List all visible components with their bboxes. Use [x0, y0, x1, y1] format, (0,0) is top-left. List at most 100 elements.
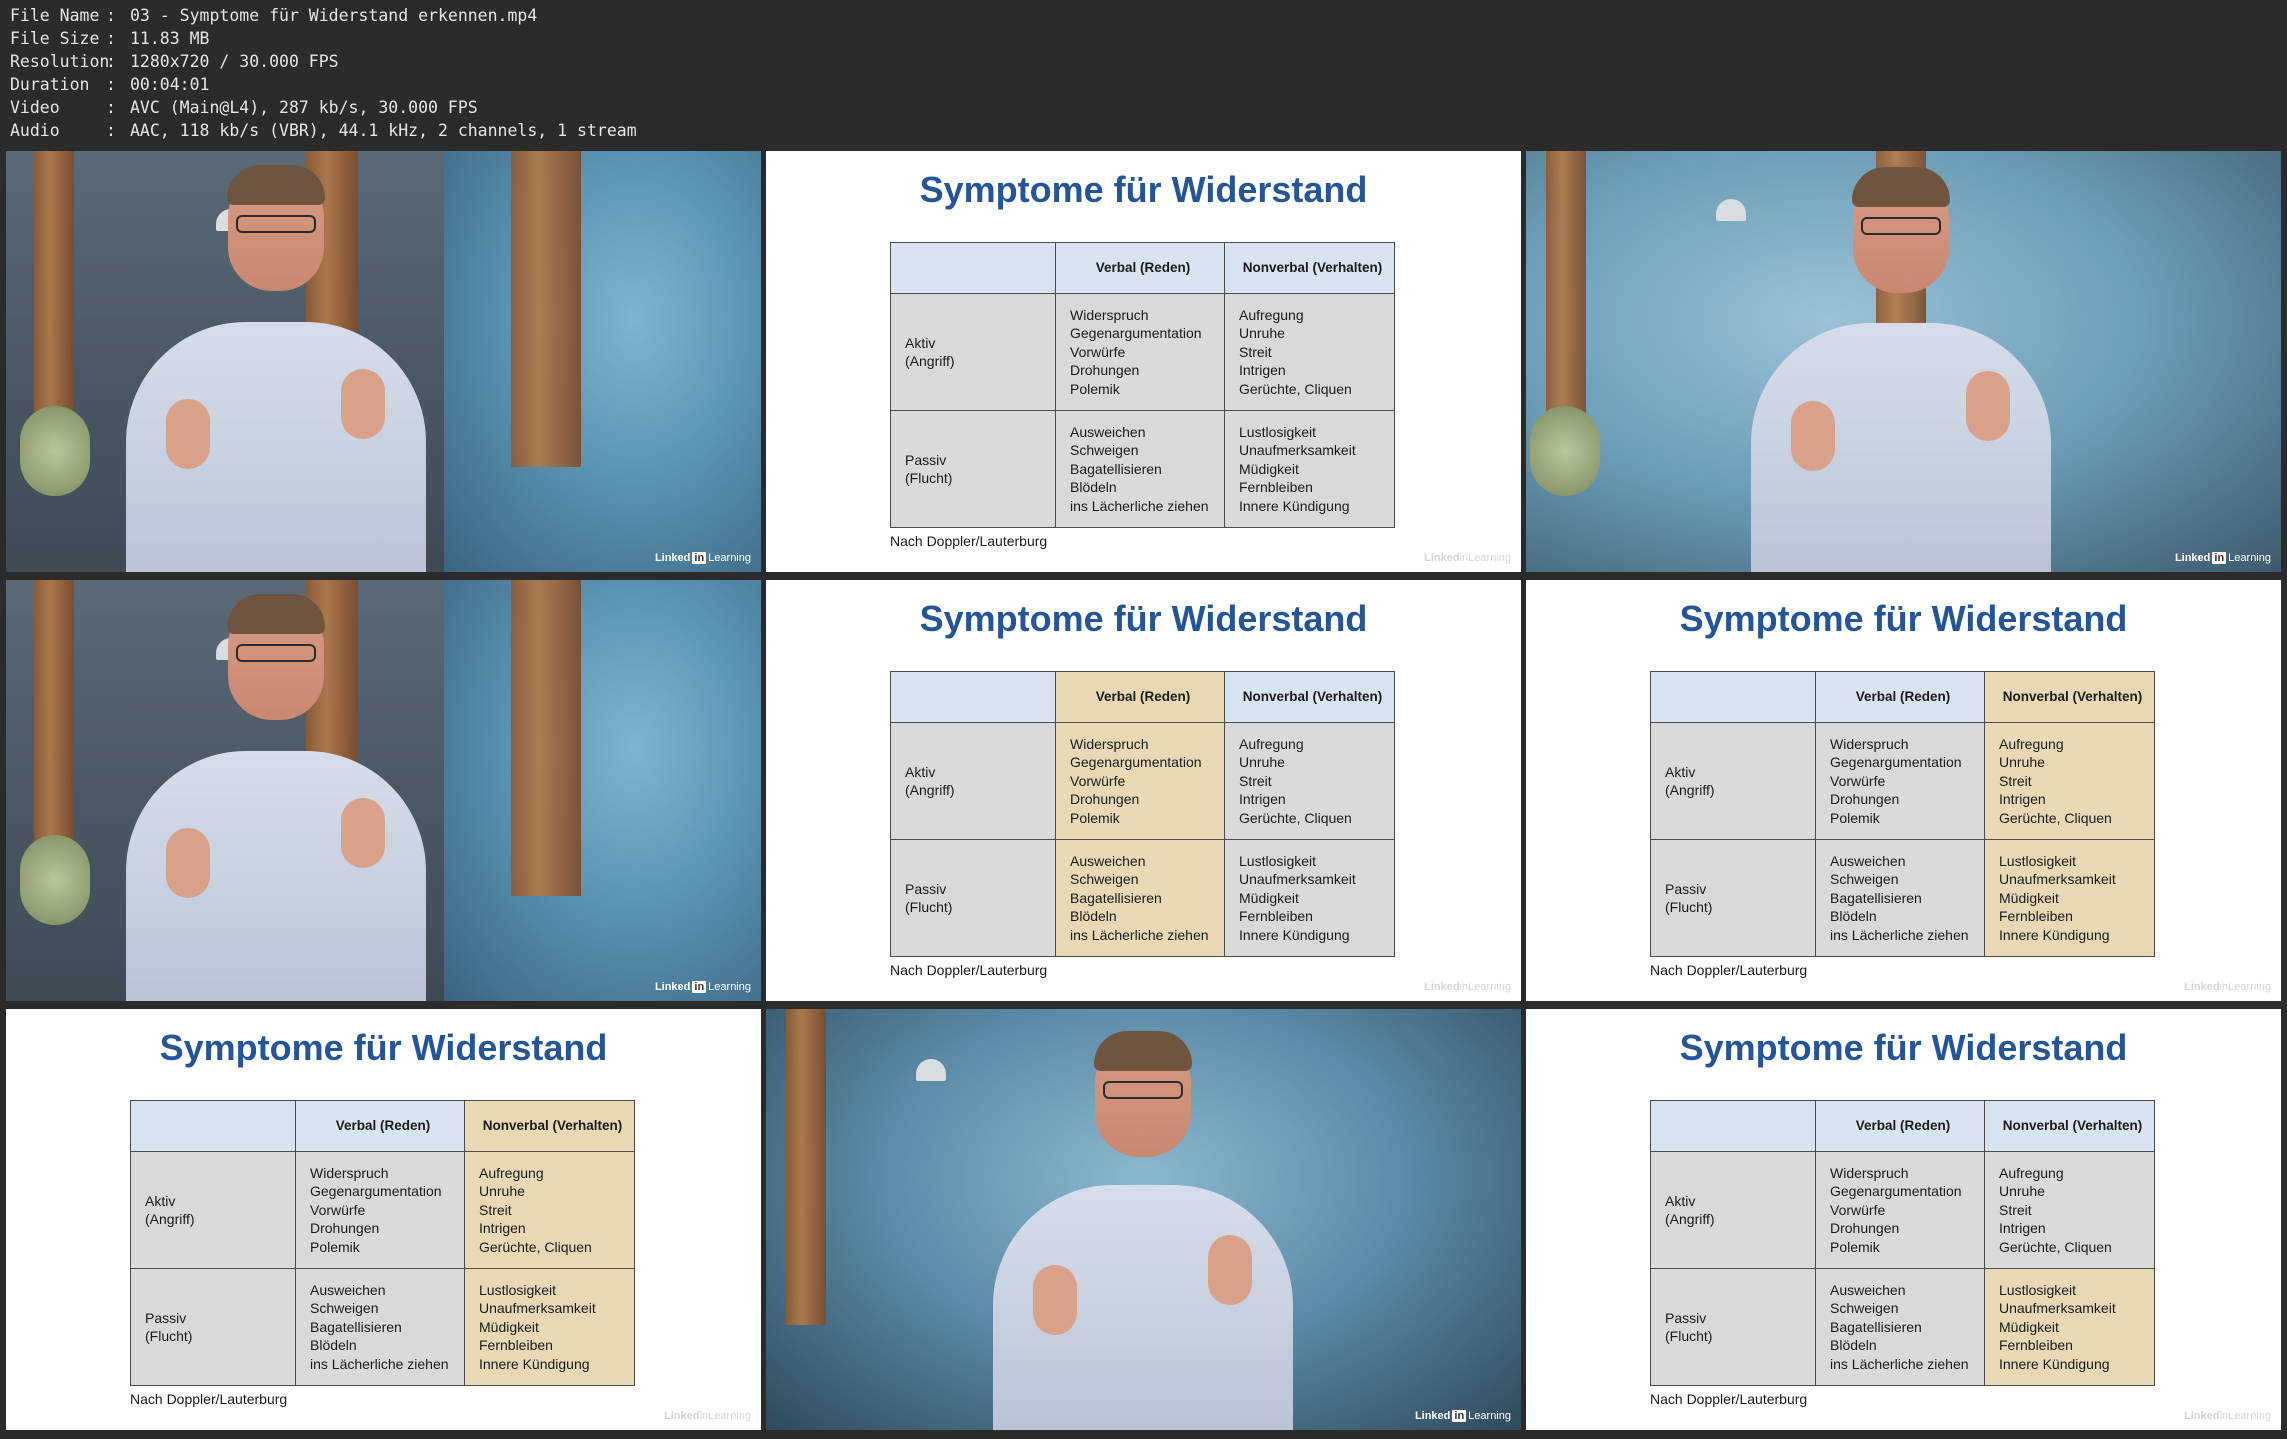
source-citation: Nach Doppler/Lauterburg — [1650, 1391, 1808, 1407]
symptom-item: Unruhe — [1999, 1183, 2045, 1200]
row-label-line: Passiv — [1665, 880, 1707, 897]
row-label-line: Passiv — [1665, 1309, 1707, 1326]
slide-title: Symptome für Widerstand — [1679, 598, 2128, 639]
symptom-item: Fernbleiben — [1999, 1337, 2073, 1354]
symptom-item: Unruhe — [479, 1183, 525, 1200]
symptoms-table: Verbal (Reden) Nonverbal (Verhalten) Aktiv… — [1650, 671, 2155, 957]
row-label-cell: Aktiv (Angriff) — [130, 1151, 296, 1269]
symptom-item: Ausweichen — [1070, 423, 1146, 440]
row-label-line: (Flucht) — [905, 470, 953, 486]
file-info-value: AVC (Main@L4), 287 kb/s, 30.000 FPS — [130, 98, 478, 117]
file-info-row: Duration:00:04:01 — [10, 73, 637, 96]
linkedin-learning-logo: LinkedinLearning — [655, 552, 751, 564]
symptom-item: Bagatellisieren — [1830, 1318, 1922, 1335]
symptom-item: ins Lächerliche ziehen — [1070, 926, 1209, 943]
presenter-hand — [1208, 1235, 1252, 1305]
presenter-glasses — [236, 644, 316, 662]
table-row: Aktiv (Angriff) Widerspruch Gegenargumentat… — [1650, 1151, 2155, 1269]
table-header-row: Verbal (Reden) Nonverbal (Verhalten) — [130, 1100, 635, 1152]
symptoms-table: Verbal (Reden) Nonverbal (Verhalten) Aktiv… — [1650, 1100, 2155, 1386]
nonverbal-cell: Aufregung Unruhe Streit Intrigen Gerüchte, C… — [464, 1151, 635, 1269]
file-info-key: Resolution — [10, 52, 110, 71]
presenter-hand — [166, 399, 210, 469]
symptom-item: Ausweichen — [1070, 852, 1146, 869]
table-header-cell — [1650, 671, 1816, 723]
verbal-cell: Ausweichen Schweigen Bagatellisieren Blödel… — [295, 1268, 465, 1386]
presenter-hand — [1966, 371, 2010, 441]
source-citation: Nach Doppler/Lauterburg — [130, 1391, 288, 1407]
symptom-item: Intrigen — [1239, 791, 1286, 808]
symptom-item: Innere Kündigung — [1999, 926, 2110, 943]
presenter-hair — [227, 594, 325, 634]
symptom-item: Widerspruch — [1070, 735, 1149, 752]
lamp — [1716, 199, 1746, 221]
symptom-item: Streit — [1999, 1201, 2032, 1218]
table-header-row: Verbal (Reden) Nonverbal (Verhalten) — [1650, 1100, 2155, 1152]
source-citation: Nach Doppler/Lauterburg — [890, 962, 1048, 978]
row-label-line: Aktiv — [1665, 1192, 1696, 1209]
symptom-item: Lustlosigkeit — [479, 1281, 557, 1298]
symptom-item: Lustlosigkeit — [1239, 852, 1317, 869]
nonverbal-cell: Lustlosigkeit Unaufmerksamkeit Müdigkeit Fe… — [1224, 410, 1395, 528]
file-info-value: 00:04:01 — [130, 75, 210, 94]
table-header-cell: Verbal (Reden) — [295, 1100, 465, 1152]
table-header-cell: Verbal (Reden) — [1055, 671, 1225, 723]
symptom-item: Blödeln — [1070, 908, 1117, 925]
table-row: Aktiv (Angriff) Widerspruch Gegenargumentat… — [890, 722, 1395, 840]
symptom-item: Gegenargumentation — [1830, 754, 1962, 771]
symptom-item: Aufregung — [1239, 306, 1304, 323]
symptom-item: Gerüchte, Cliquen — [1999, 1238, 2112, 1255]
verbal-cell: Widerspruch Gegenargumentation Vorwürfe Dro… — [295, 1151, 465, 1269]
table-header-cell — [1650, 1100, 1816, 1152]
logo-brand-text: Linked — [664, 1410, 700, 1422]
linkedin-learning-logo: LinkedinLearning — [655, 981, 751, 993]
row-label-line: (Flucht) — [145, 1328, 193, 1344]
nonverbal-cell: Lustlosigkeit Unaufmerksamkeit Müdigkeit Fe… — [1984, 839, 2155, 957]
slide-thumbnail: Symptome für Widerstand Verbal (Reden) Non… — [1526, 580, 2281, 1001]
file-info-separator: : — [106, 29, 116, 48]
table-row: Passiv (Flucht) Ausweichen Schweigen Bagatel… — [1650, 1268, 2155, 1386]
linkedin-in-icon: in — [1452, 1410, 1467, 1422]
background-panel — [443, 151, 761, 572]
symptom-item: Unaufmerksamkeit — [1239, 871, 1356, 888]
symptom-item: Gegenargumentation — [310, 1183, 442, 1200]
symptom-item: Unaufmerksamkeit — [1239, 442, 1356, 459]
symptom-item: Drohungen — [1830, 791, 1900, 808]
logo-suffix-text: Learning — [2228, 981, 2271, 993]
logo-brand-text: Linked — [1424, 552, 1460, 564]
presenter-hair — [1094, 1031, 1192, 1071]
table-header-cell: Verbal (Reden) — [1815, 671, 1985, 723]
linkedin-learning-logo: LinkedinLearning — [2184, 1410, 2271, 1422]
symptom-item: Vorwürfe — [1830, 772, 1886, 789]
verbal-cell: Widerspruch Gegenargumentation Vorwürfe Dro… — [1815, 1151, 1985, 1269]
row-label-line: (Angriff) — [1665, 1211, 1715, 1227]
slide-title: Symptome für Widerstand — [919, 169, 1368, 210]
symptom-item: Widerspruch — [1070, 306, 1149, 323]
file-info-key: File Size — [10, 29, 100, 48]
row-label-line: (Flucht) — [1665, 899, 1713, 915]
symptom-item: Fernbleiben — [1999, 908, 2073, 925]
symptom-item: Ausweichen — [1830, 852, 1906, 869]
row-label-line: (Angriff) — [1665, 782, 1715, 798]
file-info-key: Duration — [10, 75, 90, 94]
row-label-cell: Aktiv (Angriff) — [890, 722, 1056, 840]
symptom-item: Unruhe — [1239, 754, 1285, 771]
symptom-item: Polemik — [310, 1238, 360, 1255]
linkedin-learning-logo: LinkedinLearning — [2184, 981, 2271, 993]
logo-brand-text: Linked — [2184, 1410, 2220, 1422]
linkedin-in-icon: in — [1459, 981, 1469, 993]
symptoms-table: Verbal (Reden) Nonverbal (Verhalten) Aktiv… — [130, 1100, 635, 1386]
symptom-item: Unruhe — [1999, 754, 2045, 771]
file-info-row: Audio: AAC, 118 kb/s (VBR), 44.1 kHz, 2 c… — [10, 119, 637, 142]
slide-thumbnail: Symptome für Widerstand Verbal (Reden) Non… — [766, 151, 1521, 572]
file-info-panel: File Name:03 - Symptome für Widerstand e… — [10, 4, 637, 142]
table-row: Passiv (Flucht) Ausweichen Schweigen Bagatel… — [1650, 839, 2155, 957]
table-header-cell — [890, 671, 1056, 723]
symptom-item: Gerüchte, Cliquen — [1239, 380, 1352, 397]
symptom-item: Vorwürfe — [1830, 1201, 1886, 1218]
symptom-item: Schweigen — [1830, 1300, 1899, 1317]
symptom-item: Polemik — [1070, 809, 1120, 826]
logo-brand-text: Linked — [1414, 1410, 1451, 1422]
symptom-item: ins Lächerliche ziehen — [1830, 926, 1969, 943]
slide-thumbnail: Symptome für Widerstand Verbal (Reden) Non… — [766, 580, 1521, 1001]
